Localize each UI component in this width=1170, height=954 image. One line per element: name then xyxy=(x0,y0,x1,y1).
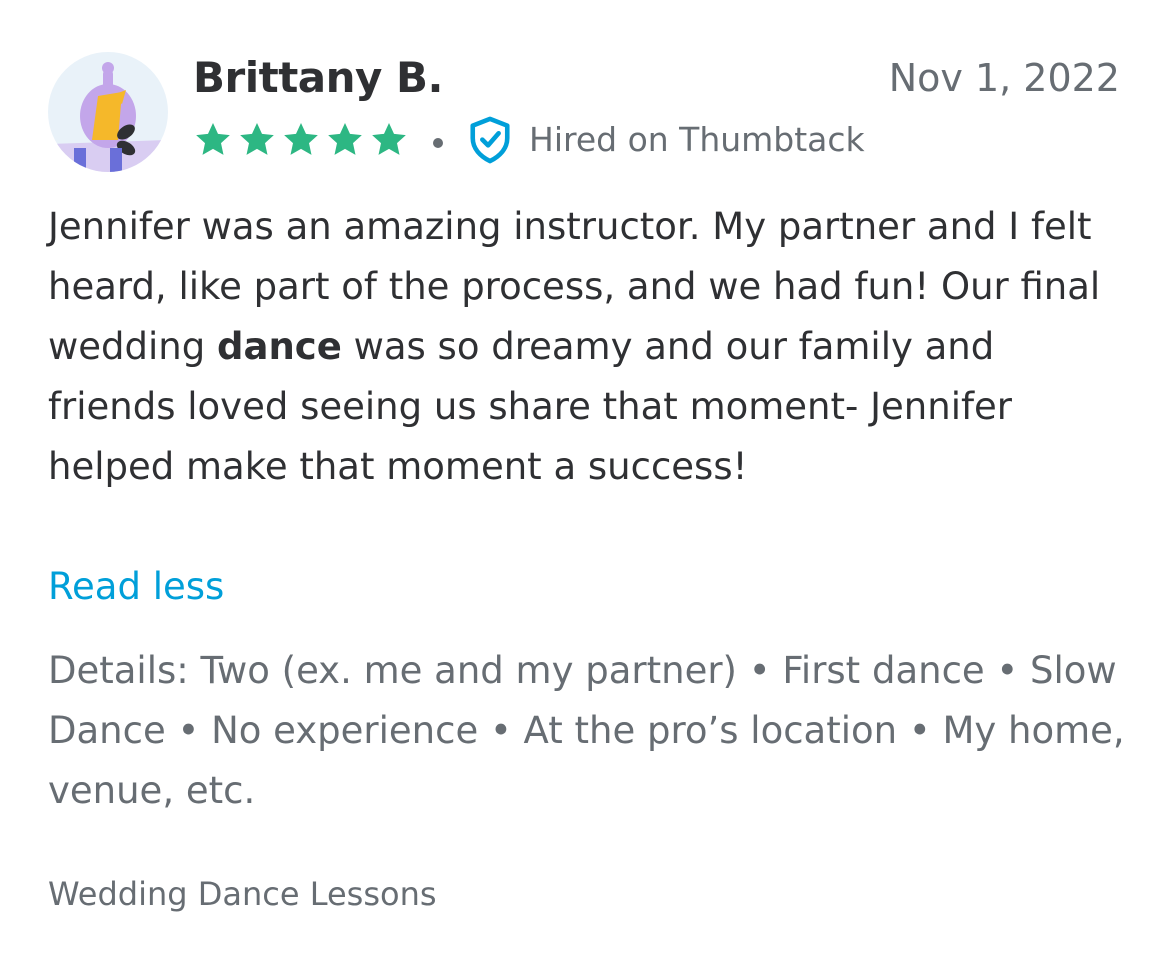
review-meta: Hired on Thumbtack xyxy=(193,114,865,166)
review-card: Brittany B. Nov 1, 2022 Hired on Thumbta… xyxy=(0,0,1170,954)
reviewer-name: Brittany B. xyxy=(193,53,444,102)
separator-dot xyxy=(433,138,443,148)
avatar xyxy=(48,52,168,172)
review-date: Nov 1, 2022 xyxy=(888,56,1120,100)
hired-on-thumbtack-label: Hired on Thumbtack xyxy=(529,120,865,159)
star-icon xyxy=(372,123,406,155)
shield-check-icon xyxy=(470,116,510,164)
read-less-link[interactable]: Read less xyxy=(48,557,224,617)
avatar-illustration xyxy=(48,52,168,172)
star-icon xyxy=(196,123,230,155)
review-text: Jennifer was an amazing instructor. My p… xyxy=(48,197,1128,497)
star-icon xyxy=(240,123,274,155)
service-category: Wedding Dance Lessons xyxy=(48,875,437,913)
review-text-highlight: dance xyxy=(216,325,342,368)
star-rating xyxy=(193,120,409,160)
star-icon xyxy=(328,123,362,155)
star-icon xyxy=(284,123,318,155)
review-details: Details: Two (ex. me and my partner) • F… xyxy=(48,649,1125,812)
